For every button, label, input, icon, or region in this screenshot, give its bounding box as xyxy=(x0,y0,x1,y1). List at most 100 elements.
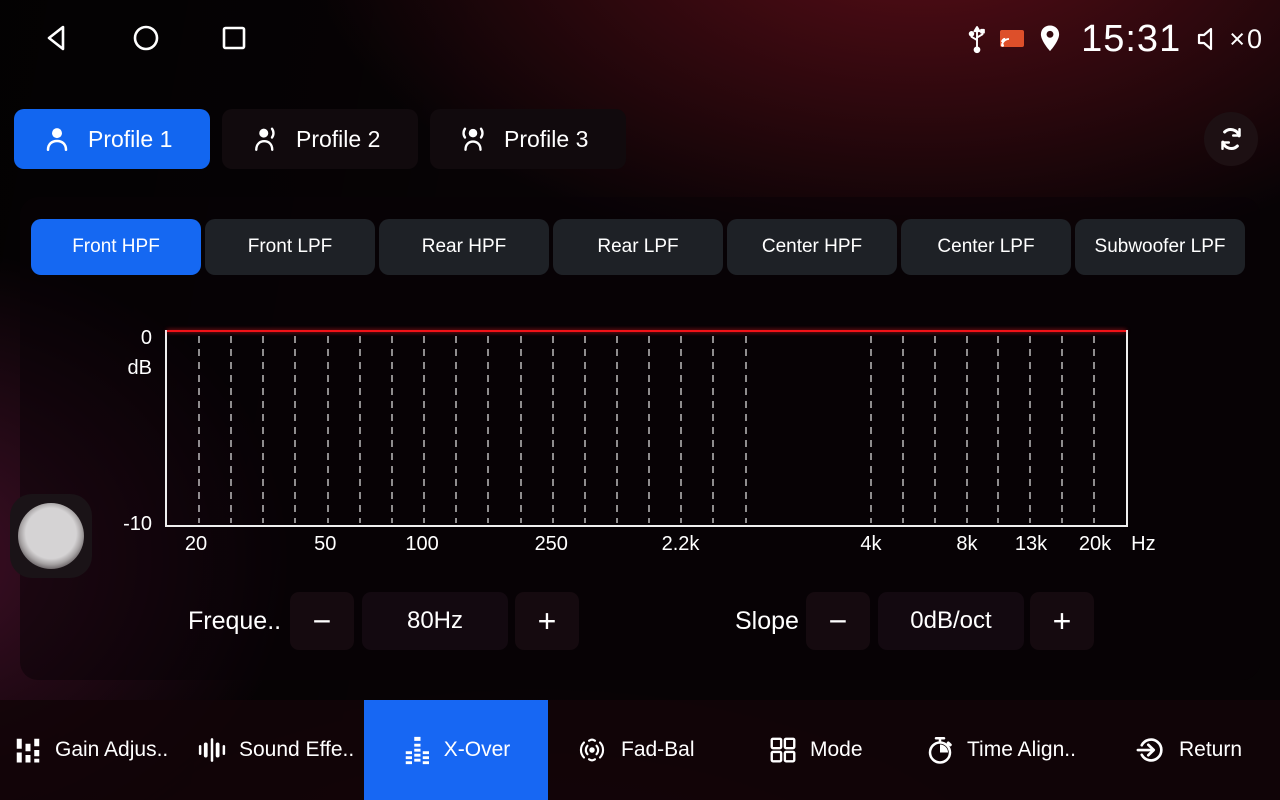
chart-gridline xyxy=(359,336,361,523)
nav-item-return[interactable]: Return xyxy=(1135,700,1242,800)
profile-tab-2[interactable]: Profile 2 xyxy=(222,109,418,169)
chart-gridline xyxy=(966,336,968,523)
filter-tab-center-lpf[interactable]: Center LPF xyxy=(901,219,1071,275)
clock: 15:31 xyxy=(1081,18,1181,61)
nav-item-label: Fad-Bal xyxy=(621,738,695,762)
profile-tab-label: Profile 3 xyxy=(504,126,588,153)
x-axis-tick-label: 13k xyxy=(1015,533,1047,556)
chart-gridline xyxy=(616,336,618,523)
head-unit-screen: 15:31 ×0 Profile 1 Profile 2 Profile 3 Fro… xyxy=(0,0,1280,800)
profile-tab-3[interactable]: Profile 3 xyxy=(430,109,626,169)
chart-gridline xyxy=(487,336,489,523)
nav-item-gain-adjus[interactable]: Gain Adjus.. xyxy=(13,700,168,800)
chart-gridline xyxy=(1029,336,1031,523)
chart-gridline xyxy=(712,336,714,523)
chart-gridline xyxy=(648,336,650,523)
filter-tab-rear-hpf[interactable]: Rear HPF xyxy=(379,219,549,275)
frequency-label: Freque.. xyxy=(188,592,281,650)
x-axis-tick-label: 20 xyxy=(185,533,207,556)
home-icon xyxy=(130,22,162,54)
person-icon xyxy=(42,124,72,154)
x-axis-tick-label: 2.2k xyxy=(662,533,700,556)
volume-indicator: ×0 xyxy=(1193,23,1264,55)
cast-icon xyxy=(997,26,1027,52)
chart-gridline xyxy=(745,336,747,523)
knob-icon xyxy=(18,503,84,569)
chart-gridline xyxy=(552,336,554,523)
person-arc-icon xyxy=(250,124,280,154)
fad-bal-icon xyxy=(575,735,609,765)
profile-tabs: Profile 1 Profile 2 Profile 3 xyxy=(14,109,626,169)
volume-level: ×0 xyxy=(1229,24,1264,55)
y-axis-unit-label: dB xyxy=(104,357,152,380)
nav-item-label: Sound Effe.. xyxy=(239,738,354,762)
nav-item-fad-bal[interactable]: Fad-Bal xyxy=(575,700,695,800)
recents-icon xyxy=(218,22,250,54)
bottom-nav: Gain Adjus.. Sound Effe.. X-Over Fad-Bal Mod… xyxy=(0,700,1280,800)
back-button[interactable] xyxy=(40,20,76,56)
volume-muted-icon xyxy=(1193,23,1227,55)
filter-tab-subwoofer-lpf[interactable]: Subwoofer LPF xyxy=(1075,219,1245,275)
slope-plus-button[interactable]: + xyxy=(1030,592,1094,650)
chart-gridline xyxy=(423,336,425,523)
x-axis-tick-label: 4k xyxy=(860,533,881,556)
chart-gridline xyxy=(327,336,329,523)
profile-tab-1[interactable]: Profile 1 xyxy=(14,109,210,169)
y-axis-top-label: 0 xyxy=(104,327,152,350)
chart-gridline xyxy=(294,336,296,523)
slope-label: Slope xyxy=(735,592,799,650)
nav-item-label: Mode xyxy=(810,738,863,762)
chart-x-labels: 20501002502.2k4k8k13k20kHz xyxy=(165,533,1128,559)
nav-item-x-over[interactable]: X-Over xyxy=(364,700,548,800)
nav-item-sound-effe[interactable]: Sound Effe.. xyxy=(197,700,354,800)
chart-gridline xyxy=(584,336,586,523)
refresh-button[interactable] xyxy=(1204,112,1258,166)
chart-plot xyxy=(165,330,1128,527)
stopwatch-icon xyxy=(925,735,955,765)
slope-minus-button[interactable]: − xyxy=(806,592,870,650)
profile-tab-label: Profile 2 xyxy=(296,126,380,153)
frequency-plus-button[interactable]: + xyxy=(515,592,579,650)
equalizer-icon xyxy=(402,735,432,765)
nav-item-label: Gain Adjus.. xyxy=(55,738,168,762)
nav-item-mode[interactable]: Mode xyxy=(768,700,863,800)
nav-item-label: Time Align.. xyxy=(967,738,1076,762)
chart-gridline xyxy=(870,336,872,523)
nav-item-time-align[interactable]: Time Align.. xyxy=(925,700,1076,800)
chart-gridline xyxy=(198,336,200,523)
chart-gridline xyxy=(455,336,457,523)
filter-tab-front-lpf[interactable]: Front LPF xyxy=(205,219,375,275)
x-axis-tick-label: 250 xyxy=(535,533,568,556)
chart-gridline xyxy=(262,336,264,523)
chart-gridline xyxy=(934,336,936,523)
sync-icon xyxy=(1216,124,1246,154)
frequency-value: 80Hz xyxy=(362,592,508,650)
chart-gridline xyxy=(391,336,393,523)
chart-gridline xyxy=(997,336,999,523)
filter-tab-center-hpf[interactable]: Center HPF xyxy=(727,219,897,275)
frequency-minus-button[interactable]: − xyxy=(290,592,354,650)
chart-gridline xyxy=(1061,336,1063,523)
chart-gridline xyxy=(230,336,232,523)
filter-tab-front-hpf[interactable]: Front HPF xyxy=(31,219,201,275)
y-axis-bottom-label: -10 xyxy=(104,513,152,536)
recents-button[interactable] xyxy=(216,20,252,56)
x-axis-tick-label: 20k xyxy=(1079,533,1111,556)
mode-grid-icon xyxy=(768,735,798,765)
chart-gridline xyxy=(680,336,682,523)
filter-tab-rear-lpf[interactable]: Rear LPF xyxy=(553,219,723,275)
x-axis-unit-label: Hz xyxy=(1131,533,1155,556)
x-axis-tick-label: 100 xyxy=(405,533,438,556)
chart-gridline xyxy=(520,336,522,523)
chart-gridline xyxy=(902,336,904,523)
nav-item-label: X-Over xyxy=(444,738,511,762)
volume-knob[interactable] xyxy=(10,494,92,578)
nav-item-label: Return xyxy=(1179,738,1242,762)
home-button[interactable] xyxy=(128,20,164,56)
x-axis-tick-label: 50 xyxy=(314,533,336,556)
location-icon xyxy=(1035,23,1065,55)
status-icons xyxy=(965,23,1065,55)
response-curve xyxy=(167,330,1126,332)
gain-sliders-icon xyxy=(13,735,43,765)
person-arcs-icon xyxy=(458,124,488,154)
